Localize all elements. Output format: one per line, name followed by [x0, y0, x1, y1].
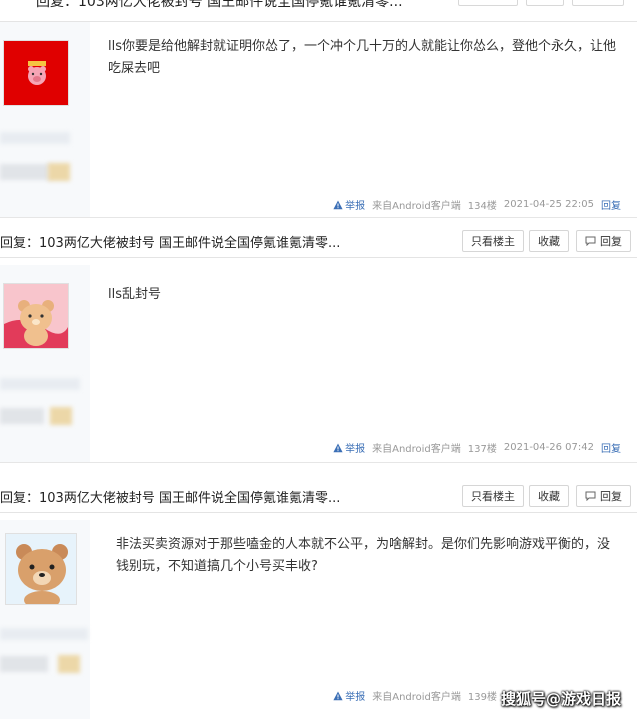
reply-button-label: 回复 — [600, 490, 622, 503]
floor-number: 139楼 — [467, 692, 497, 703]
pig-icon — [4, 41, 68, 105]
divider — [0, 462, 637, 463]
previous-reply-bar-cropped: 回复：103两亿大佬被封号 国王邮件说全国停氪谁氪清零... — [0, 0, 637, 22]
reply-bubble-icon — [585, 236, 596, 246]
post-time: 2021-04-26 07:42 — [503, 442, 594, 453]
warning-icon — [333, 443, 343, 452]
username-blurred — [0, 378, 80, 390]
only-author-button-cropped[interactable] — [458, 0, 518, 6]
report-label: 举报 — [345, 692, 366, 703]
post-meta: 举报 来自Android客户端 137楼 2021-04-26 07:42 回复 — [333, 440, 621, 455]
bear-icon — [4, 284, 68, 348]
user-level-blurred — [0, 164, 50, 180]
reply-title: 回复：103两亿大佬被封号 国王邮件说全国停氪谁氪清零... — [0, 236, 341, 251]
reply-bar: 回复：103两亿大佬被封号 国王邮件说全国停氪谁氪清零... 只看楼主 收藏 回… — [0, 224, 637, 258]
reply-post: lls乱封号 举报 来自Android客户端 137楼 2021-04-26 0… — [0, 265, 637, 462]
avatar[interactable] — [3, 283, 69, 349]
report-label: 举报 — [345, 444, 366, 455]
previous-reply-title-cropped: 回复：103两亿大佬被封号 国王邮件说全国停氪谁氪清零... — [36, 0, 403, 10]
username-blurred — [0, 132, 70, 144]
client-source: 来自Android客户端 — [372, 201, 461, 212]
client-source: 来自Android客户端 — [372, 692, 461, 703]
favorite-button-cropped[interactable] — [526, 0, 564, 6]
favorite-button[interactable]: 收藏 — [529, 230, 569, 252]
reply-button-label: 回复 — [600, 235, 622, 248]
reply-link[interactable]: 回复 — [601, 197, 621, 212]
warning-icon — [333, 200, 343, 209]
post-text: lls你要是给他解封就证明你怂了，一个冲个几十万的人就能让你怂么，登他个永久，让… — [108, 39, 616, 76]
user-badge-blurred — [50, 407, 72, 425]
avatar[interactable] — [5, 533, 77, 605]
reply-link[interactable]: 回复 — [601, 440, 621, 455]
floor-number: 134楼 — [467, 201, 497, 212]
avatar[interactable] — [3, 40, 69, 106]
reply-post: lls你要是给他解封就证明你怂了，一个冲个几十万的人就能让你怂么，登他个永久，让… — [0, 22, 637, 217]
post-text: lls乱封号 — [108, 287, 161, 302]
watermark: 搜狐号@游戏日报 — [500, 690, 621, 708]
only-author-button[interactable]: 只看楼主 — [462, 230, 524, 252]
post-meta: 举报 来自Android客户端 134楼 2021-04-25 22:05 回复 — [333, 197, 621, 212]
user-badge-blurred — [48, 163, 70, 181]
divider — [0, 217, 637, 218]
user-level-blurred — [0, 656, 48, 672]
floor-number: 137楼 — [467, 444, 497, 455]
user-sidebar — [0, 265, 90, 462]
bear-icon — [6, 534, 76, 604]
reply-button[interactable]: 回复 — [576, 230, 631, 252]
reply-title: 回复：103两亿大佬被封号 国王邮件说全国停氪谁氪清零... — [0, 491, 341, 506]
report-link[interactable]: 举报 — [333, 440, 365, 455]
reply-bar: 回复：103两亿大佬被封号 国王邮件说全国停氪谁氪清零... 只看楼主 收藏 回… — [0, 479, 637, 513]
user-badge-blurred — [58, 655, 80, 673]
favorite-button[interactable]: 收藏 — [529, 485, 569, 507]
only-author-button[interactable]: 只看楼主 — [462, 485, 524, 507]
warning-icon — [333, 691, 343, 700]
post-meta: 举报 来自Android客户端 139楼 — [333, 688, 497, 703]
report-link[interactable]: 举报 — [333, 197, 365, 212]
username-blurred — [0, 628, 88, 640]
reply-button[interactable]: 回复 — [576, 485, 631, 507]
user-sidebar — [0, 520, 90, 719]
report-label: 举报 — [345, 201, 366, 212]
post-text: 非法买卖资源对于那些嗑金的人本就不公平，为啥解封。是你们先影响游戏平衡的，没钱别… — [116, 537, 611, 574]
reply-button-cropped[interactable] — [572, 0, 624, 6]
user-sidebar — [0, 22, 90, 217]
reply-bubble-icon — [585, 491, 596, 501]
post-time: 2021-04-25 22:05 — [503, 199, 594, 210]
report-link[interactable]: 举报 — [333, 688, 365, 703]
user-level-blurred — [0, 408, 44, 424]
client-source: 来自Android客户端 — [372, 444, 461, 455]
